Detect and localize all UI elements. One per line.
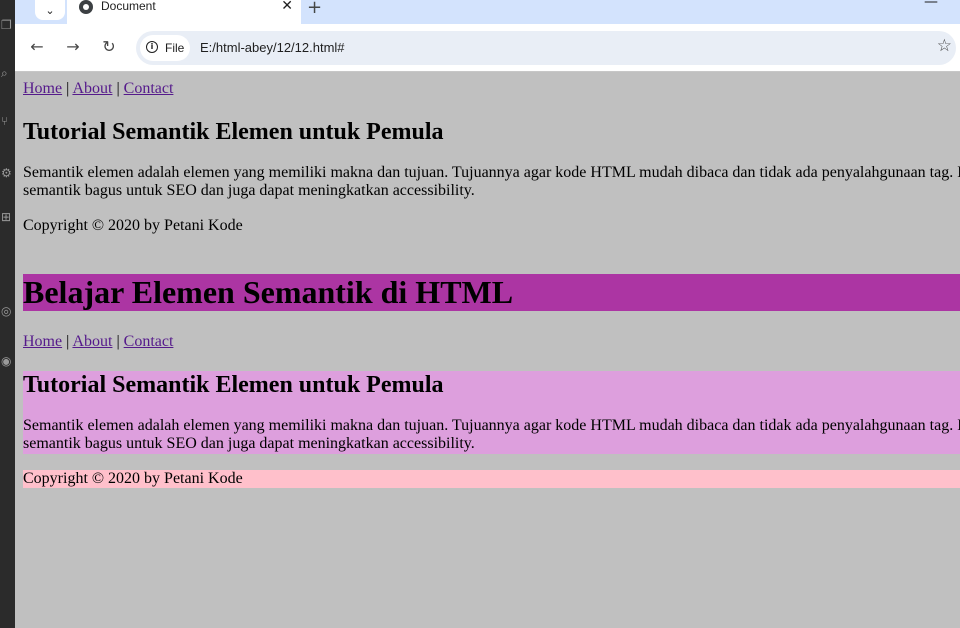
nav-link-about[interactable]: About [72, 333, 112, 350]
nav-separator: | [116, 333, 120, 350]
article-paragraph-line: Semantik elemen adalah elemen yang memil… [23, 417, 960, 434]
tab-document[interactable]: Document ✕ [67, 0, 301, 26]
background-editor-strip: ❐ ⌕ ⑂ ⚙ ⊞ ◎ ◉ [0, 0, 15, 628]
search-icon: ⌕ [1, 66, 8, 80]
bookmark-star-icon[interactable]: ☆ [937, 36, 952, 56]
article-paragraph: Semantik elemen adalah elemen yang memil… [23, 417, 960, 453]
nav-separator: | [116, 80, 120, 97]
page-heading: Belajar Elemen Semantik di HTML [23, 274, 960, 311]
minimize-window-button[interactable]: — [924, 0, 938, 10]
nav-separator: | [66, 80, 70, 97]
tab-search-button[interactable]: ⌄ [35, 0, 65, 20]
article-paragraph: Semantik elemen adalah elemen yang memil… [23, 164, 960, 200]
url-text[interactable]: E:/html-abey/12/12.html# [200, 39, 345, 57]
reload-button[interactable]: ↻ [98, 36, 120, 58]
debug-icon: ⚙ [1, 166, 12, 180]
forward-button[interactable]: → [62, 36, 84, 58]
site-chip-label: File [165, 41, 185, 55]
new-tab-button[interactable]: + [307, 0, 322, 18]
back-button[interactable]: ← [26, 36, 48, 58]
globe-icon [79, 0, 93, 14]
close-tab-icon[interactable]: ✕ [281, 0, 293, 14]
files-icon: ❐ [1, 18, 12, 32]
nav-links: Home | About | Contact [23, 333, 173, 351]
nav-link-home[interactable]: Home [23, 80, 62, 97]
extensions-icon: ⊞ [1, 210, 12, 224]
remote-icon: ◎ [1, 304, 12, 318]
account-icon: ◉ [1, 354, 12, 368]
article-title: Tutorial Semantik Elemen untuk Pemula [23, 119, 444, 145]
nav-link-contact[interactable]: Contact [124, 80, 174, 97]
info-icon: i [146, 41, 158, 53]
site-info-chip[interactable]: i File [140, 35, 190, 61]
browser-toolbar: ← → ↻ i File E:/html-abey/12/12.html# ☆ [15, 24, 960, 72]
page-viewport: Home | About | Contact Tutorial Semantik… [15, 72, 960, 628]
nav-link-contact[interactable]: Contact [124, 333, 174, 350]
article-title: Tutorial Semantik Elemen untuk Pemula [23, 372, 444, 398]
copyright-text: Copyright © 2020 by Petani Kode [23, 217, 243, 234]
article-paragraph-line: Semantik elemen adalah elemen yang memil… [23, 164, 960, 181]
article-paragraph-line: semantik bagus untuk SEO dan juga dapat … [23, 435, 475, 452]
nav-link-home[interactable]: Home [23, 333, 62, 350]
nav-links: Home | About | Contact [23, 80, 173, 98]
copyright-text: Copyright © 2020 by Petani Kode [23, 470, 243, 487]
article-paragraph-line: semantik bagus untuk SEO dan juga dapat … [23, 182, 475, 199]
tab-strip: ⌄ Document ✕ + — [15, 0, 960, 26]
nav-link-about[interactable]: About [72, 80, 112, 97]
address-bar[interactable]: i File E:/html-abey/12/12.html# ☆ [136, 31, 956, 65]
tab-title: Document [101, 0, 156, 13]
nav-separator: | [66, 333, 70, 350]
source-control-icon: ⑂ [1, 114, 9, 128]
